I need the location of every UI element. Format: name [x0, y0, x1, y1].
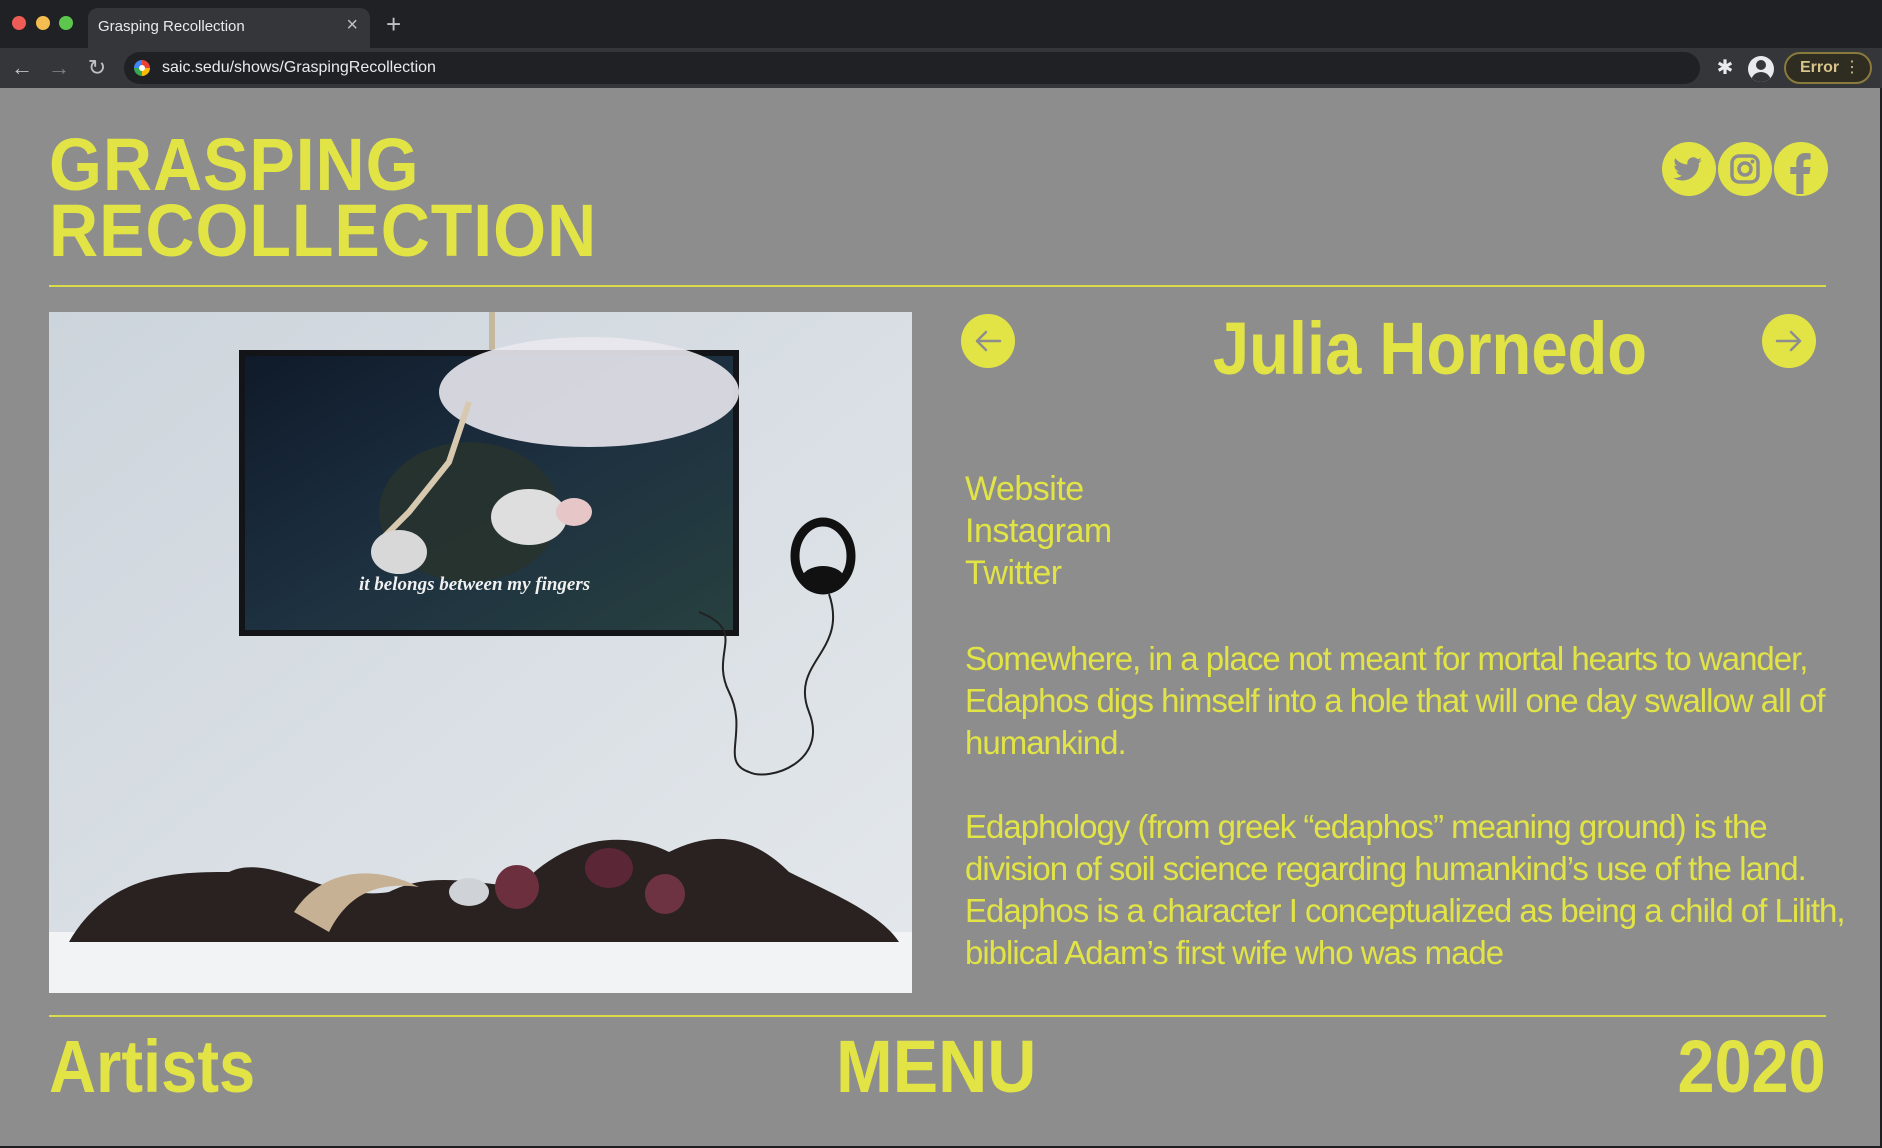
- next-artist-button[interactable]: [1762, 314, 1816, 368]
- address-bar[interactable]: saic.sedu/shows/GraspingRecollection: [124, 52, 1700, 84]
- browser-tab-bar: Grasping Recollection × +: [0, 0, 1882, 48]
- footer-divider: [49, 1015, 1826, 1017]
- arrow-right-icon: [1775, 330, 1802, 352]
- address-url[interactable]: saic.sedu/shows/GraspingRecollection: [162, 59, 436, 77]
- window-close-button[interactable]: [12, 16, 26, 30]
- new-tab-button[interactable]: +: [386, 9, 401, 39]
- artwork-caption-text: it belongs between my fingers: [359, 574, 590, 595]
- artist-bio[interactable]: Somewhere, in a place not meant for mort…: [965, 638, 1845, 978]
- page-viewport: GRASPING RECOLLECTION it belongs between…: [0, 88, 1880, 1146]
- year-link[interactable]: 2020: [1678, 1024, 1826, 1109]
- forward-button[interactable]: →: [43, 52, 75, 84]
- tab-close-icon[interactable]: ×: [346, 15, 358, 35]
- header-divider: [49, 285, 1826, 287]
- twitter-icon[interactable]: [1662, 142, 1716, 196]
- arrow-left-icon: [975, 330, 1002, 352]
- previous-artist-button[interactable]: [961, 314, 1015, 368]
- facebook-icon[interactable]: [1774, 142, 1828, 196]
- menu-button[interactable]: MENU: [836, 1024, 1036, 1109]
- artist-links: Website Instagram Twitter: [965, 468, 1112, 594]
- twitter-link[interactable]: Twitter: [965, 552, 1112, 594]
- window-zoom-button[interactable]: [59, 16, 73, 30]
- artist-name: Julia Hornedo: [1212, 307, 1648, 390]
- error-button[interactable]: Error ⋮: [1784, 52, 1872, 84]
- browser-tab[interactable]: Grasping Recollection ×: [88, 8, 370, 48]
- window-minimize-button[interactable]: [36, 16, 50, 30]
- reload-button[interactable]: ↻: [81, 52, 113, 84]
- tab-title: Grasping Recollection: [98, 18, 245, 35]
- instagram-icon[interactable]: [1718, 142, 1772, 196]
- website-link[interactable]: Website: [965, 468, 1112, 510]
- site-title-line-2: RECOLLECTION: [49, 189, 598, 272]
- back-button[interactable]: ←: [6, 52, 38, 84]
- extensions-icon[interactable]: ✱: [1711, 54, 1739, 82]
- bio-paragraph: Somewhere, in a place not meant for mort…: [965, 640, 1826, 761]
- more-menu-icon: ⋮: [1844, 59, 1860, 76]
- site-title[interactable]: GRASPING RECOLLECTION: [49, 128, 638, 272]
- error-label: Error: [1800, 59, 1840, 76]
- profile-avatar-icon[interactable]: [1748, 56, 1774, 82]
- browser-toolbar: ← → ↻ saic.sedu/shows/GraspingRecollecti…: [0, 48, 1882, 88]
- artists-link[interactable]: Artists: [49, 1024, 255, 1109]
- bio-paragraph: Edaphology (from greek “edaphos” meaning…: [965, 808, 1845, 971]
- instagram-link[interactable]: Instagram: [965, 510, 1112, 552]
- artwork-photo: it belongs between my fingers: [49, 312, 912, 993]
- site-info-icon[interactable]: [134, 60, 150, 76]
